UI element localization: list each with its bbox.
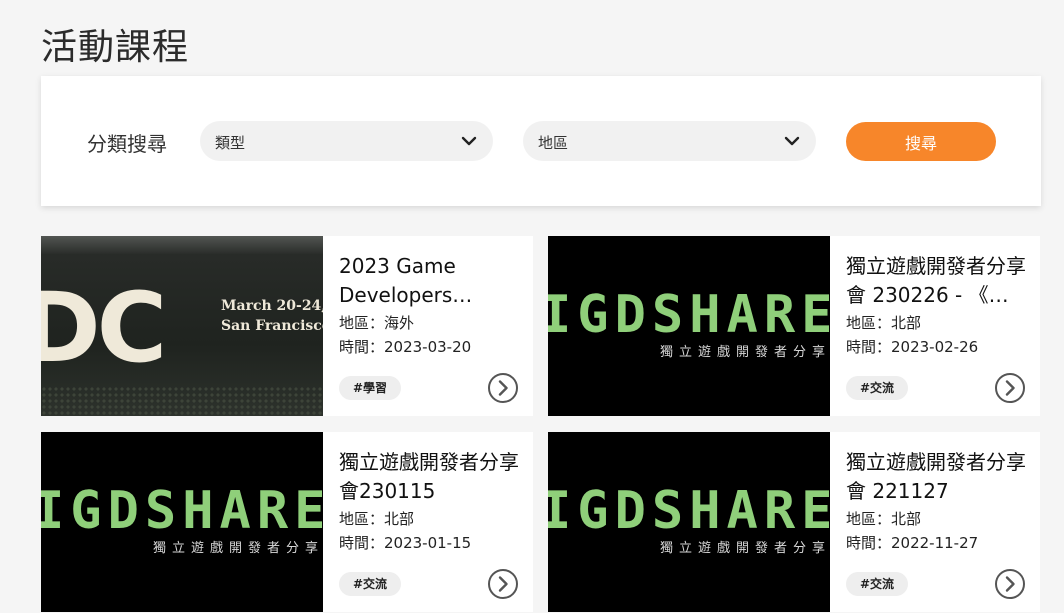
type-select[interactable]: 類型 xyxy=(200,121,493,161)
event-tag[interactable]: #交流 xyxy=(339,572,402,596)
type-select-value: 類型 xyxy=(215,134,246,152)
igdshare-logo: IGDSHARE 獨立遊戲開發者分享會 xyxy=(41,481,323,556)
chevron-down-icon xyxy=(784,136,800,146)
igdshare-subtitle: 獨立遊戲開發者分享會 xyxy=(153,540,323,556)
event-card-body: 獨立遊戲開發者分享會 230226 - 《… 地區：北部 時間：2023-02-… xyxy=(830,236,1040,416)
event-tag[interactable]: #交流 xyxy=(846,572,909,596)
event-title[interactable]: 2023 Game Developers Conference xyxy=(339,252,524,310)
event-region: 地區：北部 xyxy=(846,314,922,332)
chevron-down-icon xyxy=(461,136,477,146)
event-thumbnail[interactable]: DC March 20-24, 2023 San Francisco, CA xyxy=(41,236,323,416)
event-card-body: 2023 Game Developers Conference 地區：海外 時間… xyxy=(323,236,533,416)
event-thumbnail[interactable]: IGDSHARE 獨立遊戲開發者分享會 xyxy=(548,236,830,416)
igdshare-subtitle: 獨立遊戲開發者分享會 xyxy=(660,344,830,360)
event-title[interactable]: 獨立遊戲開發者分享會 230226 - 《… xyxy=(846,252,1031,310)
chevron-right-circle-icon[interactable] xyxy=(487,372,519,404)
event-date: 時間：2022-11-27 xyxy=(846,534,979,552)
event-region: 地區：北部 xyxy=(846,510,922,528)
event-region: 地區：北部 xyxy=(339,510,415,528)
event-date: 時間：2023-03-20 xyxy=(339,338,472,356)
chevron-right-circle-icon[interactable] xyxy=(994,372,1026,404)
chevron-right-circle-icon[interactable] xyxy=(487,568,519,600)
gdc-date-text: March 20-24, 2023 San Francisco, CA xyxy=(221,296,323,336)
event-card[interactable]: DC March 20-24, 2023 San Francisco, CA 2… xyxy=(41,236,533,416)
event-title[interactable]: 獨立遊戲開發者分享會230115 xyxy=(339,448,524,506)
gdc-logo: DC xyxy=(41,272,167,384)
event-region: 地區：海外 xyxy=(339,314,415,332)
event-tag[interactable]: #學習 xyxy=(339,376,402,400)
gdc-location-line: San Francisco, CA xyxy=(221,318,323,334)
igdshare-logo-text: IGDSHARE xyxy=(548,285,830,345)
event-card[interactable]: IGDSHARE 獨立遊戲開發者分享會 獨立遊戲開發者分享會 230226 - … xyxy=(548,236,1040,416)
thumbnail-dots xyxy=(41,386,323,416)
igdshare-logo-text: IGDSHARE xyxy=(548,481,830,541)
search-button[interactable]: 搜尋 xyxy=(846,122,996,161)
event-card-body: 獨立遊戲開發者分享會 221127 地區：北部 時間：2022-11-27 #交… xyxy=(830,432,1040,612)
igdshare-logo-text: IGDSHARE xyxy=(41,481,323,541)
event-thumbnail[interactable]: IGDSHARE 獨立遊戲開發者分享會 xyxy=(548,432,830,612)
igdshare-logo: IGDSHARE 獨立遊戲開發者分享會 xyxy=(548,285,830,360)
filter-panel: 分類搜尋 類型 地區 搜尋 xyxy=(41,76,1041,206)
event-card[interactable]: IGDSHARE 獨立遊戲開發者分享會 獨立遊戲開發者分享會230115 地區：… xyxy=(41,432,533,612)
event-title[interactable]: 獨立遊戲開發者分享會 221127 xyxy=(846,448,1031,506)
event-date: 時間：2023-02-26 xyxy=(846,338,979,356)
event-card-body: 獨立遊戲開發者分享會230115 地區：北部 時間：2023-01-15 #交流 xyxy=(323,432,533,612)
gdc-date-line: March 20-24, 2023 xyxy=(221,298,323,314)
event-card[interactable]: IGDSHARE 獨立遊戲開發者分享會 獨立遊戲開發者分享會 221127 地區… xyxy=(548,432,1040,612)
event-tag[interactable]: #交流 xyxy=(846,376,909,400)
filter-label: 分類搜尋 xyxy=(87,132,167,156)
region-select-value: 地區 xyxy=(538,134,569,152)
thumbnail-band xyxy=(41,236,323,254)
igdshare-subtitle: 獨立遊戲開發者分享會 xyxy=(660,540,830,556)
event-date: 時間：2023-01-15 xyxy=(339,534,472,552)
region-select[interactable]: 地區 xyxy=(523,121,816,161)
chevron-right-circle-icon[interactable] xyxy=(994,568,1026,600)
igdshare-logo: IGDSHARE 獨立遊戲開發者分享會 xyxy=(548,481,830,556)
page-title: 活動課程 xyxy=(41,27,190,68)
event-thumbnail[interactable]: IGDSHARE 獨立遊戲開發者分享會 xyxy=(41,432,323,612)
